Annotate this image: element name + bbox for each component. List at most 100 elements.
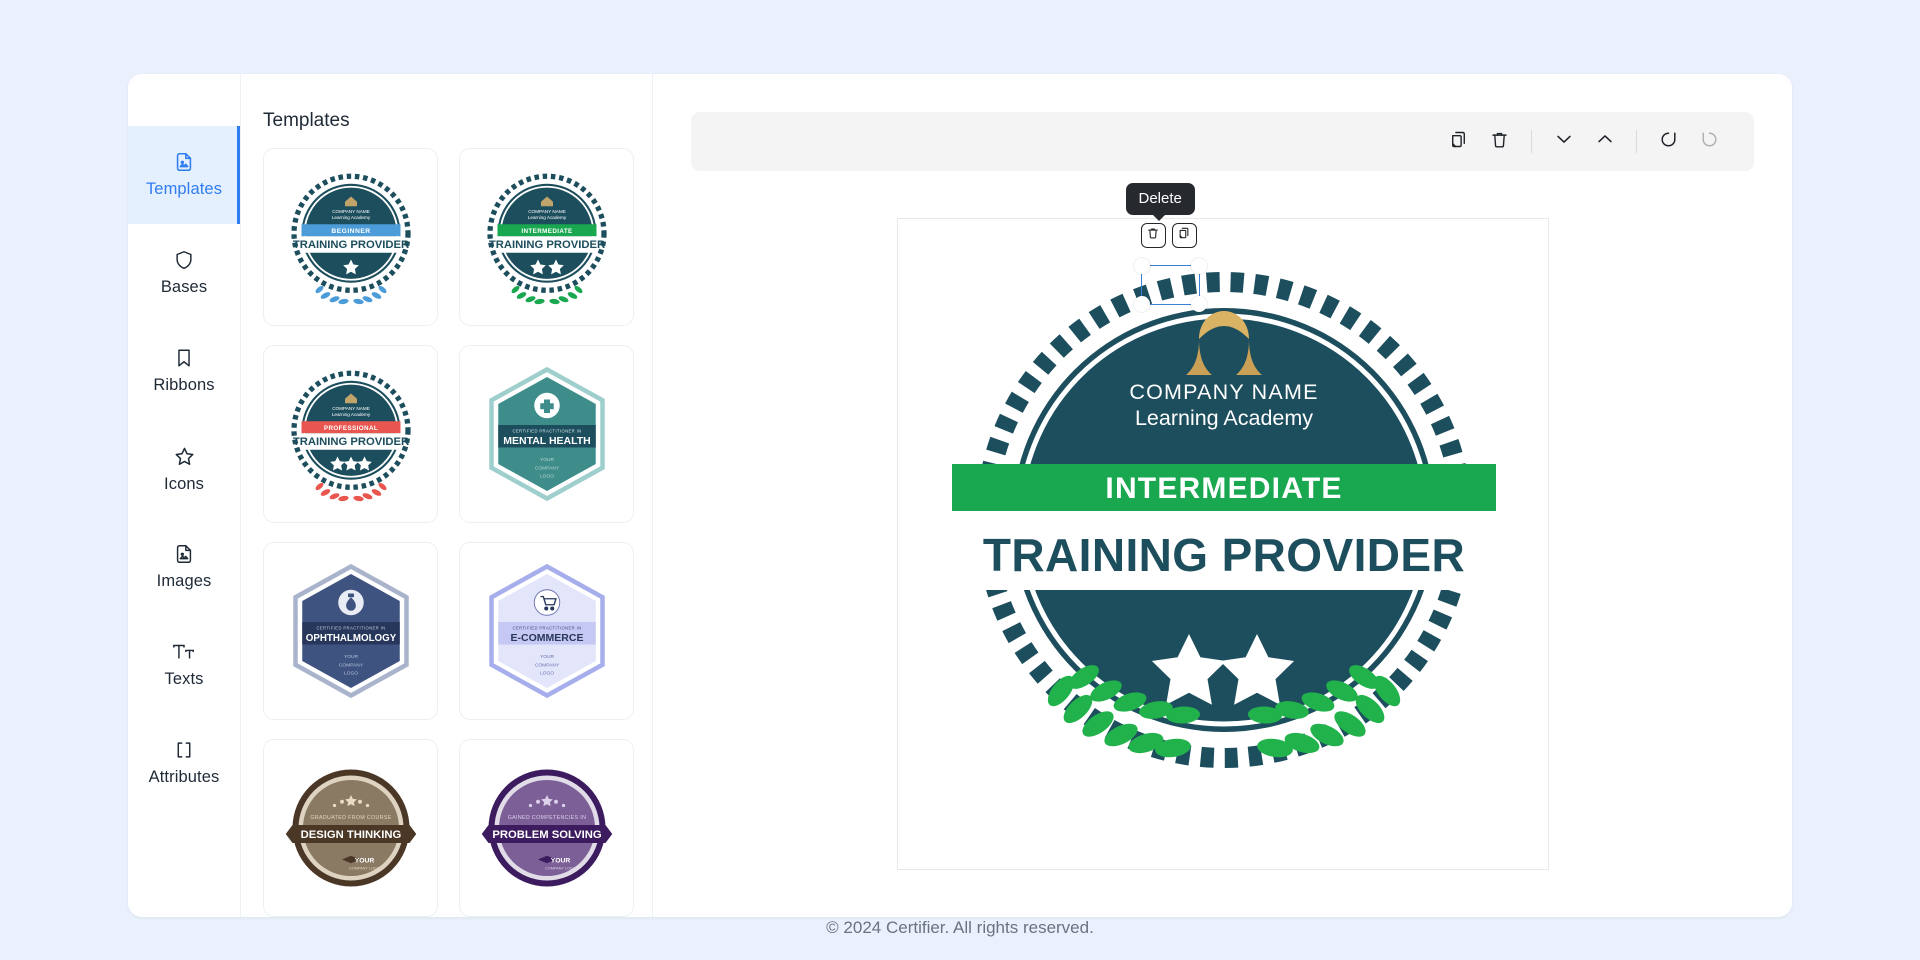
svg-text:COMPANY LOGO: COMPANY LOGO	[545, 866, 576, 870]
element-duplicate-button[interactable]	[1171, 223, 1197, 248]
selection-box[interactable]	[1133, 258, 1207, 312]
svg-text:YOUR: YOUR	[354, 858, 374, 865]
sidebar-item-label: Icons	[164, 474, 204, 493]
template-thumb: CERTIFIED PRACTITIONER IN E-COMMERCE YOU…	[488, 563, 605, 699]
template-card-design-thinking[interactable]: GRADUATED FROM COURSE DESIGN THINKING YO…	[263, 739, 438, 917]
svg-text:BEGINNER: BEGINNER	[331, 228, 370, 235]
text-size-icon	[172, 641, 196, 663]
template-thumb: GRADUATED FROM COURSE DESIGN THINKING YO…	[285, 769, 416, 887]
resize-handle-bottom-left[interactable]	[1133, 296, 1150, 312]
svg-text:Learning Academy: Learning Academy	[331, 412, 370, 417]
footer-copyright: © 2024 Certifier. All rights reserved.	[826, 918, 1094, 937]
toolbar-undo-button[interactable]	[1648, 121, 1689, 162]
svg-text:COMPANY: COMPANY	[338, 662, 363, 668]
resize-handle-top-right[interactable]	[1190, 258, 1207, 274]
sidebar-item-attributes[interactable]: Attributes	[128, 714, 240, 812]
chevron-up-icon	[1594, 128, 1616, 155]
svg-text:LOGO: LOGO	[539, 474, 553, 480]
sidebar-item-label: Ribbons	[153, 376, 215, 394]
sidebar-nav: Templates Bases Ribbons Icons Images Tex…	[128, 74, 241, 917]
element-delete-button[interactable]	[1140, 223, 1166, 248]
svg-text:INTERMEDIATE: INTERMEDIATE	[1105, 472, 1342, 505]
svg-text:CERTIFIED PRACTITIONER IN: CERTIFIED PRACTITIONER IN	[512, 626, 581, 631]
svg-text:INTERMEDIATE: INTERMEDIATE	[521, 228, 572, 235]
template-card-e-commerce[interactable]: CERTIFIED PRACTITIONER IN E-COMMERCE YOU…	[459, 542, 634, 720]
svg-text:YOUR: YOUR	[550, 858, 570, 865]
template-card-problem-solving[interactable]: GAINED COMPETENCIES IN PROBLEM SOLVING Y…	[459, 739, 634, 917]
templates-scroll-area[interactable]: COMPANY NAME Learning Academy BEGINNER T…	[241, 148, 652, 917]
svg-text:GAINED COMPETENCIES IN: GAINED COMPETENCIES IN	[507, 815, 586, 821]
trash-icon	[1489, 129, 1510, 155]
svg-text:E-COMMERCE: E-COMMERCE	[510, 632, 583, 644]
chevron-down-icon	[1553, 128, 1575, 155]
toolbar-redo-button[interactable]	[1689, 121, 1730, 162]
brackets-icon	[172, 739, 196, 761]
svg-text:CERTIFIED PRACTITIONER IN: CERTIFIED PRACTITIONER IN	[512, 429, 581, 434]
editor-toolbar	[691, 112, 1754, 171]
template-thumb: COMPANY NAME Learning Academy BEGINNER T…	[290, 173, 411, 305]
star-icon	[173, 445, 196, 468]
element-floating-toolbar	[1140, 223, 1197, 248]
toolbar-move-down-button[interactable]	[1543, 121, 1584, 162]
svg-text:LOGO: LOGO	[539, 671, 553, 677]
svg-text:LOGO: LOGO	[343, 671, 357, 677]
toolbar-duplicate-button[interactable]	[1438, 121, 1479, 162]
template-card-professional-training-provider[interactable]: COMPANY NAME Learning Academy PROFESSION…	[263, 345, 438, 523]
svg-text:COMPANY NAME: COMPANY NAME	[332, 406, 370, 411]
trash-icon	[1146, 226, 1160, 245]
svg-text:COMPANY NAME: COMPANY NAME	[332, 209, 370, 214]
template-thumb: CERTIFIED PRACTITIONER IN MENTAL HEALTH …	[488, 366, 605, 502]
template-thumb: COMPANY NAME Learning Academy PROFESSION…	[290, 370, 411, 502]
sidebar-item-bases[interactable]: Bases	[128, 224, 240, 322]
svg-text:Learning Academy: Learning Academy	[331, 215, 370, 220]
svg-text:DESIGN THINKING: DESIGN THINKING	[300, 829, 401, 841]
sidebar-item-images[interactable]: Images	[128, 518, 240, 616]
app-root: Templates Bases Ribbons Icons Images Tex…	[0, 0, 1920, 960]
sidebar-item-texts[interactable]: Texts	[128, 616, 240, 714]
svg-text:CERTIFIED PRACTITIONER IN: CERTIFIED PRACTITIONER IN	[316, 626, 385, 631]
copy-icon	[1448, 129, 1469, 155]
sidebar-item-templates[interactable]: Templates	[128, 126, 240, 224]
undo-icon	[1658, 129, 1679, 155]
svg-text:COMPANY: COMPANY	[534, 465, 559, 471]
toolbar-delete-button[interactable]	[1479, 121, 1520, 162]
toolbar-move-up-button[interactable]	[1584, 121, 1625, 162]
editor-area: COMPANY NAME Learning Academy INTERMEDIA…	[653, 74, 1792, 917]
svg-text:OPHTHALMOLOGY: OPHTHALMOLOGY	[305, 633, 396, 644]
badge-svg: COMPANY NAME Learning Academy INTERMEDIA…	[951, 272, 1496, 768]
svg-text:COMPANY NAME: COMPANY NAME	[528, 209, 566, 214]
template-card-ophthalmology[interactable]: CERTIFIED PRACTITIONER IN OPHTHALMOLOGY …	[263, 542, 438, 720]
template-thumb: CERTIFIED PRACTITIONER IN OPHTHALMOLOGY …	[292, 563, 409, 699]
sidebar-item-icons[interactable]: Icons	[128, 420, 240, 518]
template-card-mental-health[interactable]: CERTIFIED PRACTITIONER IN MENTAL HEALTH …	[459, 345, 634, 523]
design-canvas[interactable]: COMPANY NAME Learning Academy INTERMEDIA…	[896, 183, 1549, 870]
delete-tooltip: Delete	[1125, 183, 1195, 221]
svg-text:COMPANY NAME: COMPANY NAME	[1129, 380, 1318, 404]
template-card-beginner-training-provider[interactable]: COMPANY NAME Learning Academy BEGINNER T…	[263, 148, 438, 326]
sidebar-item-ribbons[interactable]: Ribbons	[128, 322, 240, 420]
svg-text:Learning Academy: Learning Academy	[527, 215, 566, 220]
editor-card: Templates Bases Ribbons Icons Images Tex…	[128, 74, 1792, 917]
svg-text:TRAINING PROVIDER: TRAINING PROVIDER	[982, 529, 1464, 581]
svg-text:TRAINING PROVIDER: TRAINING PROVIDER	[292, 436, 408, 448]
resize-handle-bottom-right[interactable]	[1190, 296, 1207, 312]
svg-text:COMPANY: COMPANY	[534, 662, 559, 668]
svg-text:COMPANY LOGO: COMPANY LOGO	[349, 866, 380, 870]
toolbar-divider	[1531, 130, 1532, 153]
template-thumb: COMPANY NAME Learning Academy INTERMEDIA…	[486, 173, 607, 305]
svg-text:TRAINING PROVIDER: TRAINING PROVIDER	[488, 239, 604, 251]
sidebar-item-label: Texts	[164, 670, 204, 688]
document-image-icon	[173, 543, 195, 565]
sidebar-item-label: Attributes	[148, 768, 220, 786]
svg-text:TRAINING PROVIDER: TRAINING PROVIDER	[292, 239, 408, 251]
resize-handle-top-left[interactable]	[1133, 258, 1150, 274]
bookmark-icon	[173, 347, 195, 369]
template-card-intermediate-training-provider[interactable]: COMPANY NAME Learning Academy INTERMEDIA…	[459, 148, 634, 326]
sidebar-item-label: Images	[156, 572, 212, 590]
document-image-icon	[173, 151, 195, 173]
svg-text:PROBLEM SOLVING: PROBLEM SOLVING	[492, 829, 601, 841]
toolbar-divider	[1636, 130, 1637, 153]
svg-text:MENTAL HEALTH: MENTAL HEALTH	[503, 435, 591, 447]
badge-artwork[interactable]: COMPANY NAME Learning Academy INTERMEDIA…	[898, 219, 1548, 869]
svg-text:YOUR: YOUR	[539, 457, 554, 463]
